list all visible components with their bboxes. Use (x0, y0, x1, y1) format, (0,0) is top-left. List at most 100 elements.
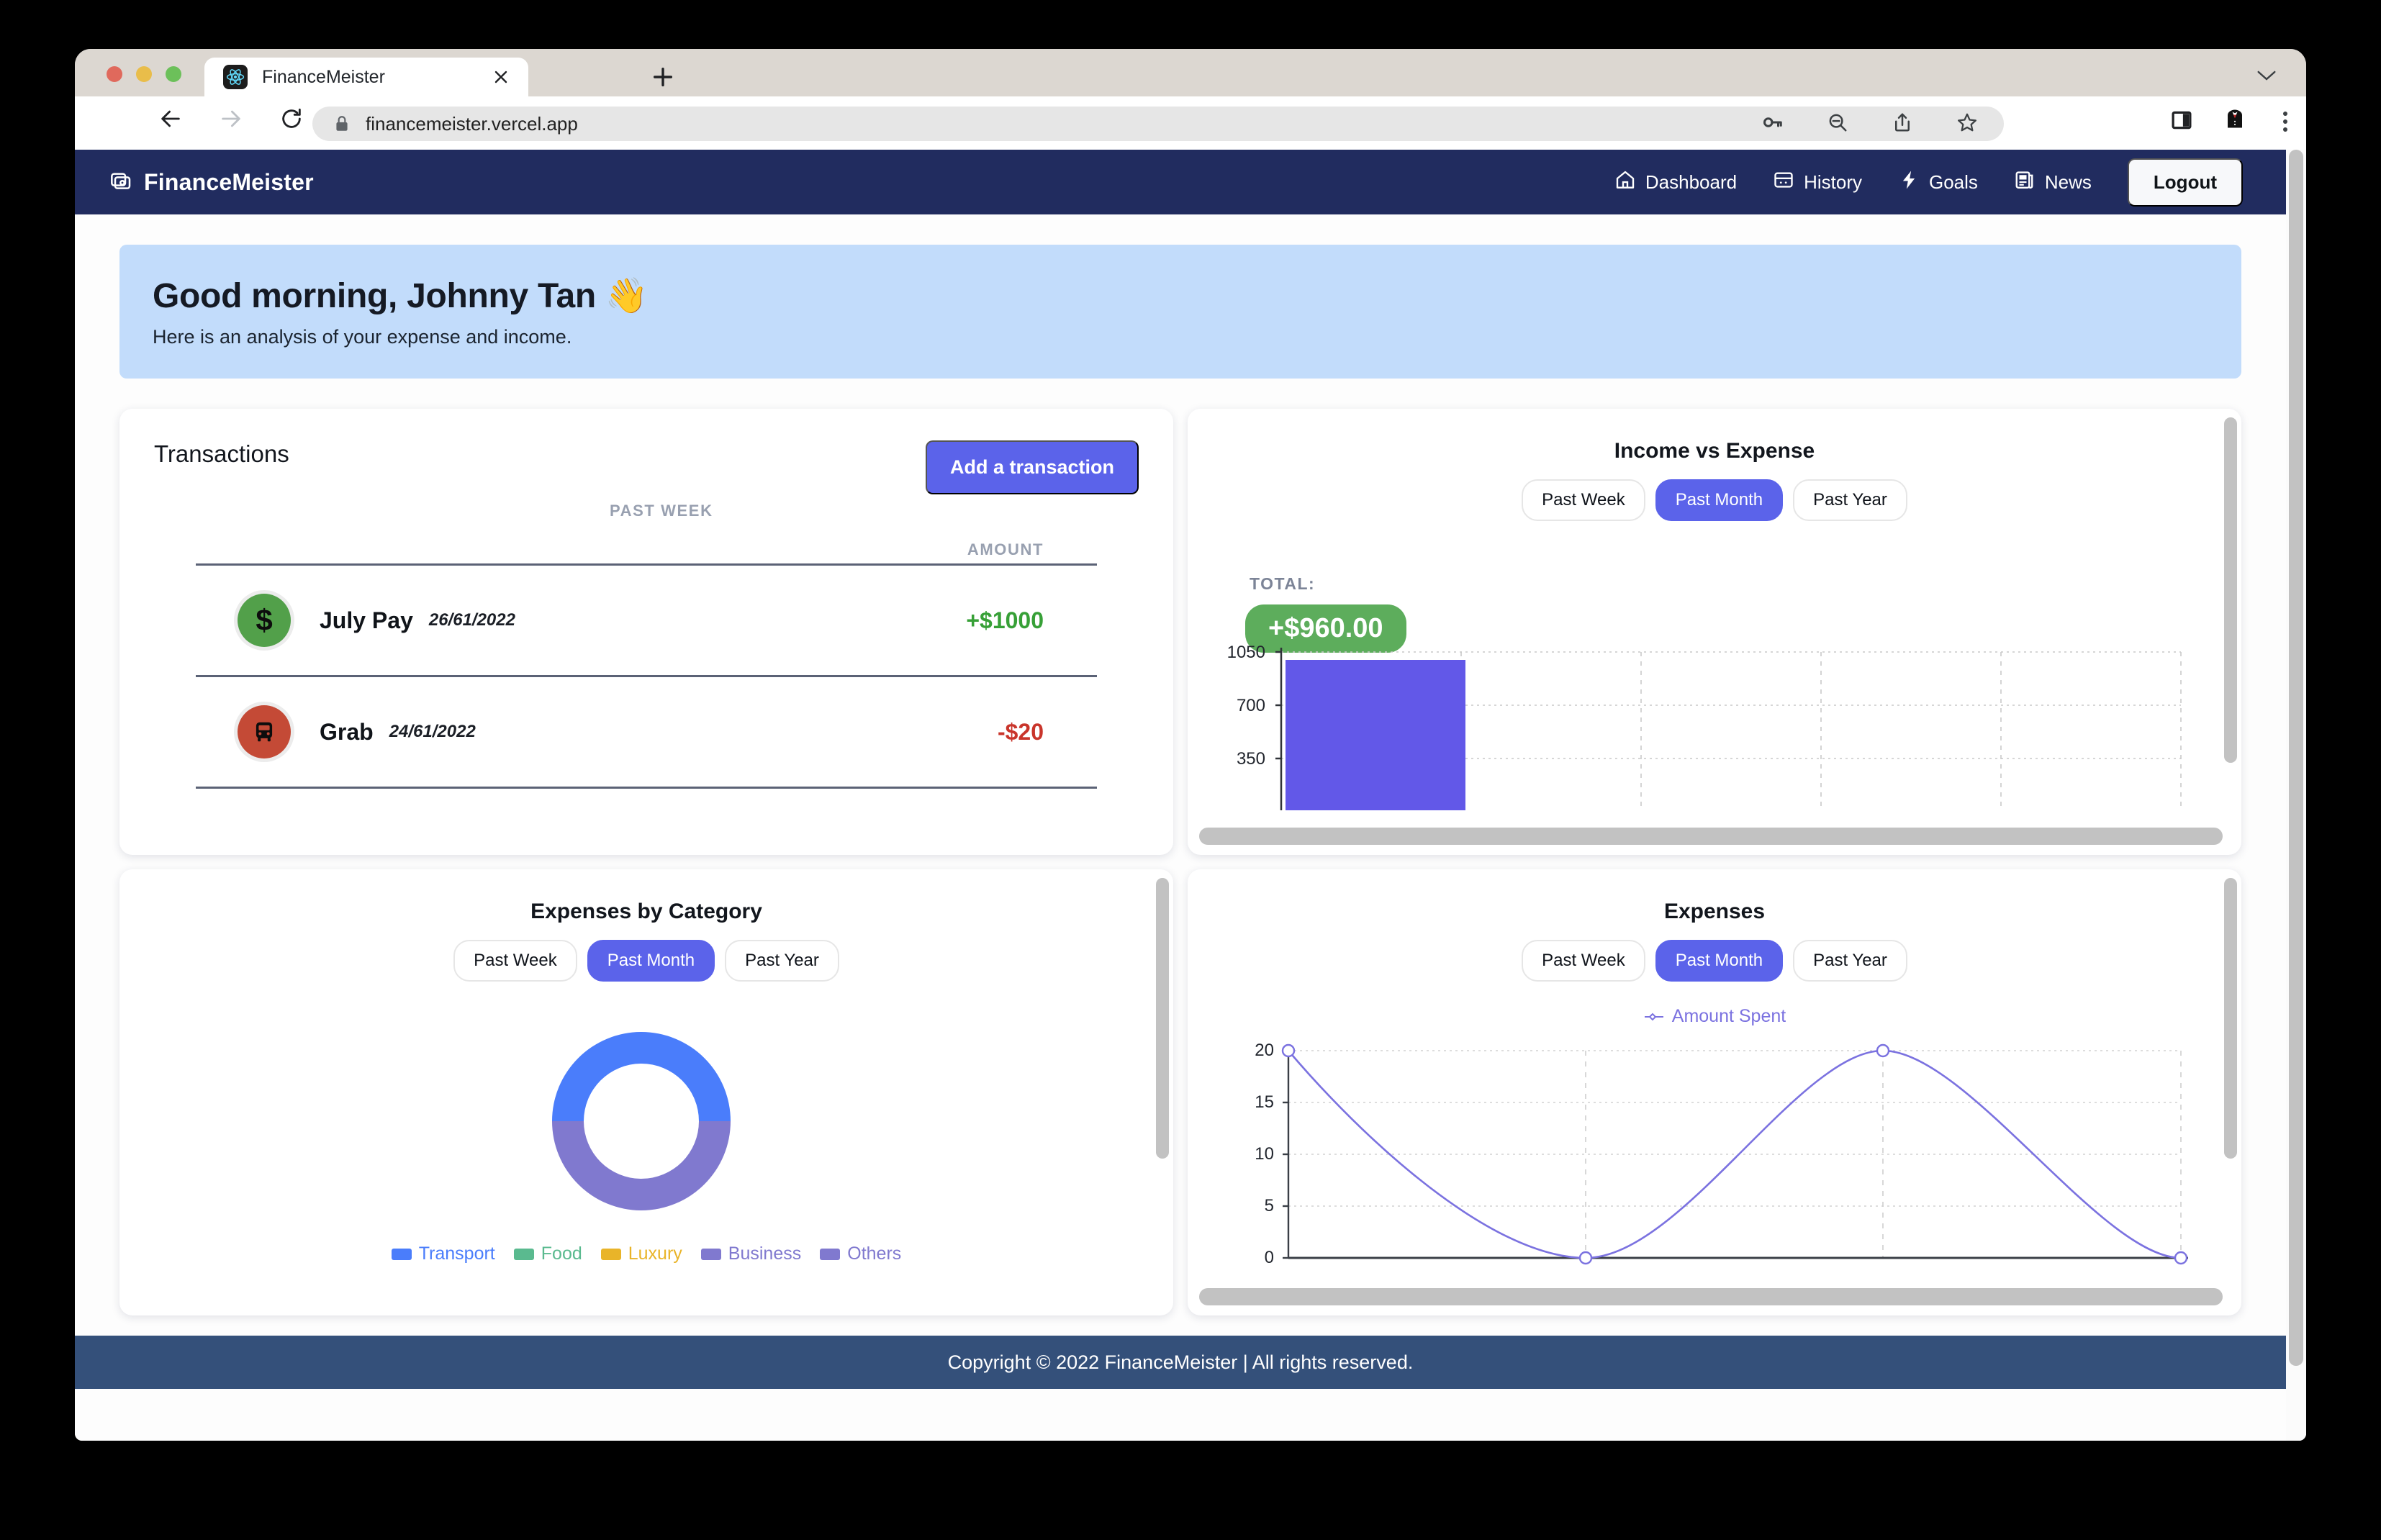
range-past-year[interactable]: Past Year (1793, 940, 1907, 982)
expenses-line-chart (1281, 1043, 2188, 1265)
browser-tab-title: FinanceMeister (262, 66, 385, 87)
range-past-month[interactable]: Past Month (587, 940, 715, 982)
page-scrollbar-thumb[interactable] (2289, 150, 2303, 1366)
nav-link-label: History (1804, 171, 1862, 193)
transactions-column-headers: PAST WEEK AMOUNT (196, 494, 1097, 563)
chart-vertical-scrollbar[interactable] (2224, 878, 2237, 1278)
browser-toolbar: financemeister.vercel.app (75, 96, 2306, 150)
app-navbar: FinanceMeister Dashboard History Goals N… (75, 150, 2286, 214)
range-past-year[interactable]: Past Year (1793, 479, 1907, 521)
y-axis-tick-1050: 1050 (1226, 643, 1265, 662)
transactions-title: Transactions (154, 440, 289, 467)
plus-icon[interactable] (651, 65, 675, 89)
total-label: TOTAL: (1250, 574, 1316, 593)
dashboard-grid: Transactions Add a transaction PAST WEEK… (119, 409, 2241, 1315)
legend-swatch (820, 1248, 841, 1260)
range-past-year[interactable]: Past Year (725, 940, 839, 982)
range-selector: Past Week Past Month Past Year (1188, 940, 2241, 982)
chart-horizontal-scrollbar[interactable] (1199, 828, 2223, 845)
browser-window: FinanceMeister financemeister.vercel.app… (75, 49, 2306, 1441)
legend-item-business[interactable]: Business (700, 1244, 802, 1264)
nav-link-news[interactable]: News (2014, 169, 2092, 196)
browser-tab[interactable]: FinanceMeister (204, 58, 528, 96)
range-past-week[interactable]: Past Week (453, 940, 577, 982)
lightning-bolt-icon (1898, 169, 1920, 196)
expenses-card: Expenses Past Week Past Month Past Year … (1188, 869, 2241, 1315)
nav-link-goals[interactable]: Goals (1898, 169, 1978, 196)
legend-label: Amount Spent (1671, 1006, 1786, 1026)
close-window-button[interactable] (107, 66, 122, 82)
key-icon[interactable] (1762, 112, 1784, 137)
y-axis-tick-0: 0 (1264, 1248, 1274, 1267)
chevron-down-icon[interactable] (2256, 68, 2277, 83)
reload-icon[interactable] (279, 107, 304, 135)
greeting-banner: Good morning, Johnny Tan 👋 Here is an an… (119, 245, 2241, 379)
kebab-menu-icon[interactable] (2283, 112, 2287, 132)
range-past-week[interactable]: Past Week (1522, 479, 1645, 521)
legend-label: Business (728, 1244, 802, 1264)
browser-tab-strip: FinanceMeister (75, 49, 2306, 96)
maximize-window-button[interactable] (166, 66, 181, 82)
minimize-window-button[interactable] (136, 66, 152, 82)
react-icon (223, 65, 248, 89)
legend-swatch (600, 1248, 621, 1260)
legend-item-food[interactable]: Food (513, 1244, 582, 1264)
address-bar-url: financemeister.vercel.app (366, 112, 578, 135)
chart-vertical-scrollbar[interactable] (2224, 417, 2237, 817)
y-axis-tick-15: 15 (1255, 1092, 1274, 1112)
chart-vertical-scrollbar[interactable] (1156, 878, 1169, 1278)
legend-label: Food (541, 1244, 582, 1264)
nav-link-label: News (2044, 171, 2092, 193)
transaction-amount: +$1000 (966, 607, 1044, 633)
legend-label: Transport (418, 1244, 495, 1264)
zoom-out-icon[interactable] (1827, 112, 1848, 137)
transaction-name: Grab (320, 718, 374, 745)
tuxedo-avatar-icon[interactable] (2224, 108, 2251, 135)
sidebar-icon[interactable] (2171, 109, 2192, 135)
nav-link-history[interactable]: History (1773, 169, 1862, 196)
y-axis-tick-20: 20 (1255, 1041, 1274, 1060)
back-arrow-icon[interactable] (158, 107, 183, 135)
address-bar[interactable]: financemeister.vercel.app (312, 107, 2004, 141)
range-past-month[interactable]: Past Month (1655, 479, 1784, 521)
table-row[interactable]: $ July Pay 26/61/2022 +$1000 (196, 566, 1097, 677)
legend-item-others[interactable]: Others (820, 1244, 901, 1264)
column-header-period: PAST WEEK (610, 502, 713, 520)
line-chart-legend[interactable]: Amount Spent (1188, 1006, 2241, 1027)
nav-links: Dashboard History Goals News Logout (1614, 158, 2286, 207)
range-past-week[interactable]: Past Week (1522, 940, 1645, 982)
add-transaction-button[interactable]: Add a transaction (925, 440, 1139, 494)
y-axis-tick-700: 700 (1236, 696, 1265, 715)
legend-item-luxury[interactable]: Luxury (600, 1244, 682, 1264)
diamond-marker-icon (1644, 1013, 1663, 1020)
range-past-month[interactable]: Past Month (1655, 940, 1784, 982)
column-header-amount: AMOUNT (967, 540, 1044, 558)
page-footer: Copyright © 2022 FinanceMeister | All ri… (75, 1336, 2286, 1389)
home-icon (1614, 169, 1636, 196)
donut-legend: Transport Food Luxury Business Others (119, 1244, 1173, 1264)
greeting-subtitle: Here is an analysis of your expense and … (153, 326, 572, 348)
share-icon[interactable] (1892, 112, 1913, 137)
nav-link-dashboard[interactable]: Dashboard (1614, 169, 1737, 196)
chart-title: Income vs Expense (1614, 439, 1815, 463)
transaction-date: 24/61/2022 (389, 722, 476, 741)
page-content: Good morning, Johnny Tan 👋 Here is an an… (75, 245, 2286, 1389)
bus-icon (238, 705, 291, 758)
transaction-name: July Pay (320, 607, 413, 633)
y-axis-tick-350: 350 (1236, 749, 1265, 769)
legend-item-transport[interactable]: Transport (391, 1244, 495, 1264)
star-icon[interactable] (1956, 112, 1978, 137)
chart-horizontal-scrollbar[interactable] (1199, 1288, 2223, 1305)
expenses-donut-chart (552, 1032, 731, 1210)
window-traffic-lights[interactable] (107, 66, 181, 82)
close-icon[interactable] (492, 68, 510, 86)
logout-button[interactable]: Logout (2127, 158, 2243, 207)
page-scrollbar[interactable] (2286, 150, 2306, 1441)
brand[interactable]: FinanceMeister (109, 169, 314, 196)
income-vs-expense-bar-chart (1275, 648, 2182, 810)
nav-link-label: Dashboard (1645, 171, 1738, 193)
transaction-date: 26/61/2022 (428, 610, 515, 630)
nav-link-label: Goals (1928, 171, 1978, 193)
table-row[interactable]: Grab 24/61/2022 -$20 (196, 677, 1097, 789)
legend-label: Others (847, 1244, 902, 1264)
